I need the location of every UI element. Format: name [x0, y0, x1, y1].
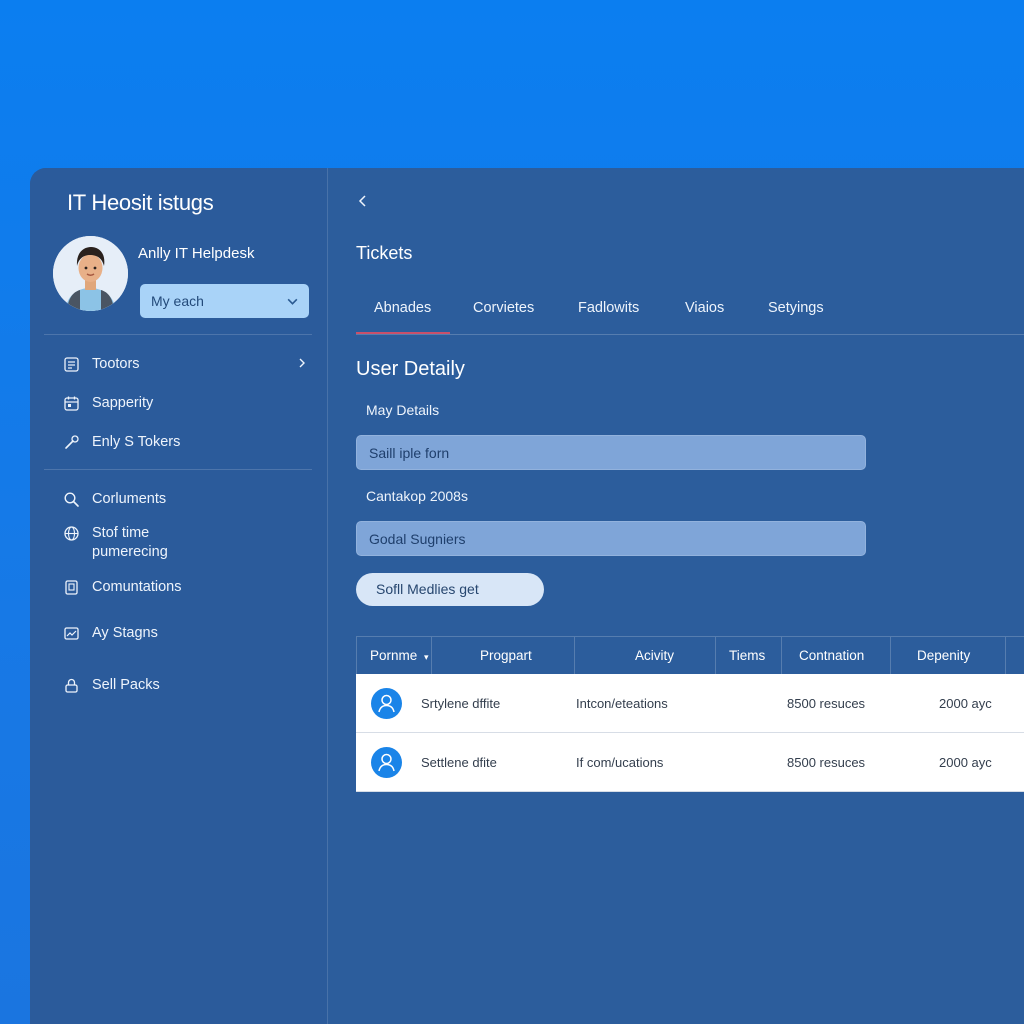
column-separator [1005, 637, 1006, 675]
sidebar-item-label: Sell Packs [92, 677, 160, 693]
table-header: Pornme ▾ Progpart Acivity Tiems Contnati… [356, 636, 1024, 675]
sidebar-item-stof-time[interactable]: Stof time pumerecing [63, 524, 308, 562]
sidebar-item-label: Corluments [92, 491, 167, 507]
column-separator [715, 637, 716, 675]
sidebar-item-label: Comuntations [92, 579, 182, 595]
chart-icon [64, 627, 79, 640]
app-title: IT Heosit istugs [67, 190, 214, 215]
row-date: 2000 ayc [939, 755, 992, 770]
table-row[interactable]: Srtylene dffite Intcon/eteations 8500 re… [356, 674, 1024, 733]
workspace-select-value: My each [151, 293, 204, 309]
sidebar-item-enly-stokers[interactable]: Enly S Tokers [63, 433, 308, 452]
column-separator [574, 637, 575, 675]
tab-setyings[interactable]: Setyings [768, 300, 824, 316]
field-label-contact: Cantakop 2008s [366, 488, 468, 504]
column-header-activity[interactable]: Acivity [635, 637, 674, 675]
row-activity: If com/ucations [576, 755, 664, 770]
column-header-name[interactable]: Pornme ▾ [370, 637, 429, 675]
main-panel: Tickets Abnades Corvietes Fadlowits Viai… [328, 168, 1024, 1024]
field-label-details: May Details [366, 402, 440, 418]
row-name: Settlene dfite [421, 755, 497, 770]
row-items: 8500 resuces [787, 755, 866, 770]
sidebar-item-label: Sapperity [92, 395, 154, 411]
row-name: Srtylene dffite [421, 696, 501, 711]
section-title: Tickets [356, 243, 413, 263]
sidebar-item-tootors[interactable]: Tootors [63, 355, 308, 374]
column-header-progpart[interactable]: Progpart [480, 637, 532, 675]
active-tab-indicator [356, 332, 450, 334]
row-activity: Intcon/eteations [576, 696, 668, 711]
wrench-icon [65, 435, 79, 449]
sidebar-item-label: Tootors [92, 356, 140, 372]
tickets-table: Pornme ▾ Progpart Acivity Tiems Contnati… [356, 636, 1024, 792]
column-header-items[interactable]: Tiems [729, 637, 765, 675]
globe-icon [64, 526, 79, 541]
sidebar: IT Heosit istugs Anlly IT Helpdesk My ea… [30, 168, 328, 1024]
column-separator [431, 637, 432, 675]
tab-fadlowits[interactable]: Fadlowits [578, 300, 639, 316]
search-icon [64, 492, 79, 507]
sidebar-item-corluments[interactable]: Corluments [63, 490, 308, 509]
sidebar-item-label-line2: pumerecing [92, 544, 168, 560]
sidebar-item-label: Ay Stagns [92, 625, 158, 641]
column-separator [890, 637, 891, 675]
calendar-icon [64, 396, 79, 411]
ticket-icon [64, 357, 79, 372]
sidebar-divider [44, 334, 312, 335]
contact-input[interactable]: Godal Sugniers [356, 521, 866, 556]
details-input[interactable]: Saill iple forn [356, 435, 866, 470]
chevron-right-icon [299, 358, 305, 368]
tab-viaios[interactable]: Viaios [685, 300, 724, 316]
user-avatar[interactable] [53, 236, 128, 311]
user-avatar-icon [371, 747, 402, 778]
sidebar-item-sapperity[interactable]: Sapperity [63, 394, 308, 413]
sort-caret-icon: ▾ [424, 652, 429, 662]
lock-icon [65, 678, 78, 693]
sidebar-item-label: Stof time [92, 525, 150, 541]
tab-abnades[interactable]: Abnades [374, 300, 431, 316]
user-avatar-icon [371, 688, 402, 719]
row-items: 8500 resuces [787, 696, 866, 711]
table-row[interactable]: Settlene dfite If com/ucations 8500 resu… [356, 733, 1024, 792]
chevron-down-icon [287, 298, 298, 305]
column-header-depenity[interactable]: Depenity [917, 637, 970, 675]
sidebar-item-sell-packs[interactable]: Sell Packs [63, 676, 308, 695]
sidebar-divider [44, 469, 312, 470]
document-icon [65, 580, 78, 595]
sidebar-item-ay-stagns[interactable]: Ay Stagns [63, 624, 308, 643]
column-separator [781, 637, 782, 675]
form-title: User Detaily [356, 358, 465, 380]
submit-button[interactable]: Sofll Medlies get [356, 573, 544, 606]
tab-bar: Abnades Corvietes Fadlowits Viaios Setyi… [356, 283, 1024, 335]
user-name: Anlly IT Helpdesk [138, 245, 255, 262]
workspace-select[interactable]: My each [140, 284, 309, 318]
person-portrait-icon [53, 236, 128, 311]
back-chevron-icon[interactable] [356, 194, 370, 208]
sidebar-item-label: Enly S Tokers [92, 434, 181, 450]
row-date: 2000 ayc [939, 696, 992, 711]
tab-corvietes[interactable]: Corvietes [473, 300, 534, 316]
app-window: IT Heosit istugs Anlly IT Helpdesk My ea… [30, 168, 1024, 1024]
column-header-contnation[interactable]: Contnation [799, 637, 864, 675]
sidebar-item-comuntations[interactable]: Comuntations [63, 578, 308, 597]
